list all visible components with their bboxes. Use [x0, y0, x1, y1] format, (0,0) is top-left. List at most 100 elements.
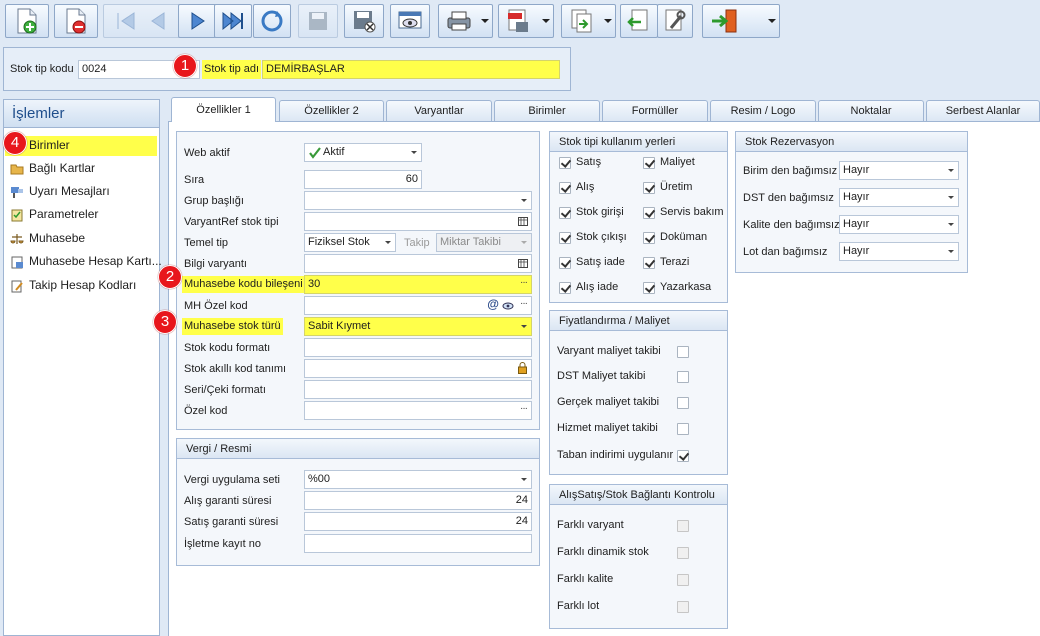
pricing-checkbox[interactable]	[677, 423, 689, 435]
usage-checkbox[interactable]	[643, 282, 655, 294]
acc-stock-type-select[interactable]: Sabit Kıymet	[304, 317, 532, 336]
usage-checkbox[interactable]	[643, 157, 655, 169]
view-icon[interactable]	[502, 300, 514, 311]
at-sign-icon[interactable]: @	[487, 297, 499, 311]
delete-button[interactable]	[54, 4, 98, 38]
callout-4: 4	[3, 131, 27, 155]
usage-checkbox[interactable]	[643, 182, 655, 194]
operation-label: Bağlı Kartlar	[29, 161, 96, 175]
usage-checkbox[interactable]	[559, 282, 571, 294]
reservation-label: Birim den bağımsız	[743, 165, 838, 177]
pricing-checkbox[interactable]	[677, 346, 689, 358]
print-button[interactable]	[438, 4, 493, 38]
save-close-button[interactable]	[344, 4, 384, 38]
pricing-checkbox[interactable]	[677, 371, 689, 383]
new-document-icon	[17, 8, 37, 34]
link-control-checkbox[interactable]	[677, 574, 689, 586]
operation-item-accounting-card[interactable]: Muhasebe Hesap Kartı...	[5, 252, 162, 272]
grid-picker-icon[interactable]	[518, 259, 528, 268]
tab-image-logo[interactable]: Resim / Logo	[710, 100, 816, 121]
refresh-icon	[261, 10, 283, 32]
reservation-select[interactable]: Hayır	[839, 242, 959, 261]
usage-checkbox[interactable]	[643, 232, 655, 244]
variantref-field[interactable]	[304, 212, 532, 231]
acc-code-component-value: 30	[308, 278, 321, 290]
pricing-checkbox-label: Taban indirimi uygulanır	[557, 449, 674, 461]
usage-checkbox[interactable]	[559, 232, 571, 244]
tab-properties-2[interactable]: Özellikler 2	[279, 100, 384, 121]
tab-properties-1[interactable]: Özellikler 1	[171, 97, 276, 122]
export-pdf-button[interactable]	[498, 4, 554, 38]
tab-formulas[interactable]: Formüller	[602, 100, 708, 121]
link-control-checkbox-label: Farklı lot	[557, 600, 600, 612]
mh-special-code-field[interactable]: @ ···	[304, 296, 532, 315]
lock-icon[interactable]	[518, 362, 527, 374]
web-active-value: Aktif	[323, 146, 345, 158]
usage-checkbox[interactable]	[559, 157, 571, 169]
operation-item-parameters[interactable]: Parametreler	[5, 205, 157, 225]
tax-group-title: Vergi / Resmi	[177, 439, 539, 459]
next-record-button[interactable]	[178, 4, 216, 38]
next-arrow-icon	[191, 12, 205, 30]
operation-item-linked-cards[interactable]: Bağlı Kartlar	[5, 159, 157, 179]
pricing-checkbox[interactable]	[677, 397, 689, 409]
ellipsis-icon[interactable]: ···	[520, 403, 528, 414]
last-record-button[interactable]	[214, 4, 252, 38]
group-header-label: Grup başlığı	[184, 195, 244, 207]
info-variant-field[interactable]	[304, 254, 532, 273]
tools-button[interactable]	[657, 4, 693, 38]
link-control-checkbox[interactable]	[677, 520, 689, 532]
tab-units[interactable]: Birimler	[494, 100, 600, 121]
chevron-down-icon	[542, 19, 550, 23]
copy-document-icon	[571, 9, 592, 33]
tab-points[interactable]: Noktalar	[818, 100, 924, 121]
ellipsis-icon[interactable]: ···	[520, 277, 528, 288]
smart-code-field[interactable]	[304, 359, 532, 378]
operation-item-accounting[interactable]: Muhasebe	[5, 229, 157, 249]
reservation-select[interactable]: Hayır	[839, 188, 959, 207]
stock-name-field[interactable]: DEMİRBAŞLAR	[262, 60, 560, 79]
link-control-checkbox[interactable]	[677, 547, 689, 559]
usage-checkbox[interactable]	[643, 207, 655, 219]
purchase-warranty-field[interactable]: 24	[304, 491, 532, 510]
import-button[interactable]	[620, 4, 658, 38]
base-type-select[interactable]: Fiziksel Stok	[304, 233, 396, 252]
usage-checkbox[interactable]	[643, 257, 655, 269]
business-record-field[interactable]	[304, 534, 532, 553]
ellipsis-icon[interactable]: ···	[520, 298, 528, 309]
web-active-select[interactable]: Aktif	[304, 143, 422, 162]
pricing-checkbox[interactable]	[677, 450, 689, 462]
tab-variants[interactable]: Varyantlar	[386, 100, 492, 121]
pricing-checkbox-label: Gerçek maliyet takibi	[557, 396, 660, 408]
stock-code-format-field[interactable]	[304, 338, 532, 357]
operation-item-units[interactable]: Birimler	[5, 136, 157, 156]
reservation-label: DST den bağımsız	[743, 192, 834, 204]
usage-checkbox[interactable]	[559, 182, 571, 194]
grid-picker-icon[interactable]	[518, 217, 528, 226]
sales-warranty-field[interactable]: 24	[304, 512, 532, 531]
order-field[interactable]: 60	[304, 170, 422, 189]
reservation-select[interactable]: Hayır	[839, 161, 959, 180]
import-document-icon	[627, 9, 648, 31]
refresh-button[interactable]	[253, 4, 291, 38]
smart-code-label: Stok akıllı kod tanımı	[184, 363, 287, 375]
preview-button[interactable]	[390, 4, 430, 38]
tab-free-fields[interactable]: Serbest Alanlar	[926, 100, 1040, 121]
reservation-select[interactable]: Hayır	[839, 215, 959, 234]
exit-button[interactable]	[702, 4, 780, 38]
acc-code-component-field[interactable]: 30 ···	[304, 275, 532, 294]
acc-code-component-label: Muhasebe kodu bileşeni	[182, 276, 305, 293]
save-button[interactable]	[298, 4, 338, 38]
usage-checkbox[interactable]	[559, 257, 571, 269]
delete-document-icon	[66, 8, 86, 34]
usage-checkbox[interactable]	[559, 207, 571, 219]
operation-item-tracking-codes[interactable]: Takip Hesap Kodları	[5, 276, 157, 296]
group-header-select[interactable]	[304, 191, 532, 210]
tax-set-select[interactable]: %00	[304, 470, 532, 489]
copy-button[interactable]	[561, 4, 616, 38]
operation-item-warning-messages[interactable]: Uyarı Mesajları	[5, 182, 157, 202]
special-code-field[interactable]: ···	[304, 401, 532, 420]
link-control-checkbox[interactable]	[677, 601, 689, 613]
serial-format-field[interactable]	[304, 380, 532, 399]
new-button[interactable]	[5, 4, 49, 38]
